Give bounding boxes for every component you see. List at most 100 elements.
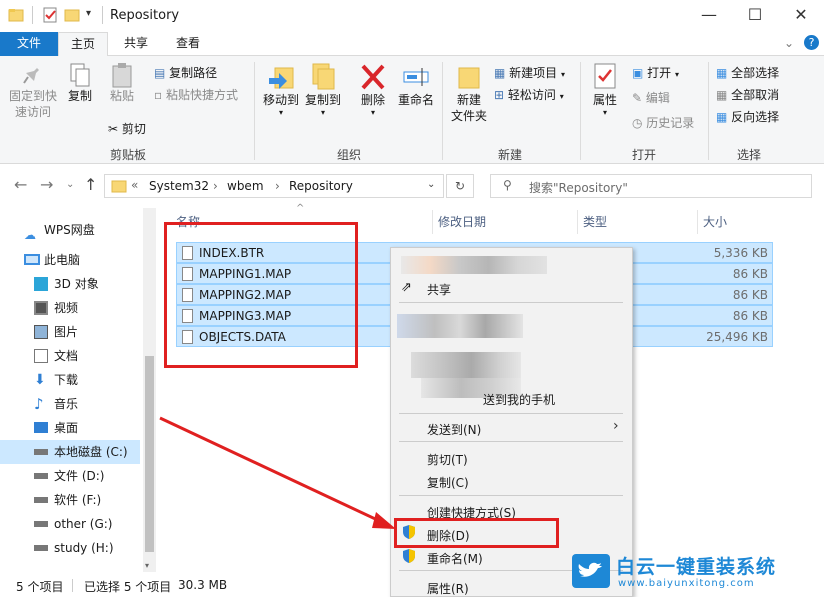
nav-item-drive-d[interactable]: 文件 (D:) [0,464,140,488]
collapse-ribbon-icon[interactable]: ⌄ [784,36,794,50]
paste-button[interactable]: 粘贴 [102,62,142,104]
recent-locations-icon[interactable]: ⌄ [66,179,74,190]
nav-item-label: 文件 (D:) [54,469,105,483]
copy-to-icon [309,62,337,92]
nav-item-3d[interactable]: 3D 对象 [0,272,140,296]
nav-item-drive-h[interactable]: study (H:) [0,536,140,560]
nav-item-label: 下载 [54,373,79,387]
forward-arrow-icon[interactable]: → [40,175,53,194]
scroll-down-icon[interactable]: ▾ [145,561,149,570]
title-bar: ▾ Repository — ☐ ✕ [0,0,824,32]
column-divider[interactable] [697,210,698,234]
menu-separator [399,495,623,496]
minimize-button[interactable]: — [686,0,732,32]
maximize-button[interactable]: ☐ [732,0,778,32]
breadcrumb-repository[interactable]: Repository [289,179,353,193]
nav-item-music[interactable]: ♪ 音乐 [0,392,140,416]
nav-item-label: 图片 [54,325,79,339]
quick-access-dropdown-icon[interactable]: ▾ [86,8,91,19]
music-icon: ♪ [34,395,44,413]
move-to-button[interactable]: 移动到 ▾ [260,62,302,117]
menu-cut[interactable]: 剪切(T) [427,451,468,468]
paste-label: 粘贴 [109,89,134,103]
address-box[interactable]: « System32 › wbem › Repository ⌄ [104,174,444,198]
tab-file[interactable]: 文件 [0,32,58,56]
blurred-menu-item[interactable] [401,256,547,274]
nav-item-documents[interactable]: 文档 [0,344,140,368]
watermark-title: 白云一键重装系统 [616,556,777,578]
column-type[interactable]: 类型 [583,212,607,232]
picture-icon [34,325,48,339]
nav-item-drive-f[interactable]: 软件 (F:) [0,488,140,512]
nav-item-label: other (G:) [54,517,113,531]
nav-item-downloads[interactable]: ⬇ 下载 [0,368,140,392]
tab-home[interactable]: 主页 [58,32,108,57]
properties-ribbon-button[interactable]: 属性 ▾ [586,62,624,117]
overflow-chevron-icon[interactable]: « [131,178,138,192]
breadcrumb-system32[interactable]: System32 [149,179,209,193]
copy-button[interactable]: 复制 [62,62,98,104]
nav-item-wps[interactable]: ☁ WPS网盘 [0,218,140,242]
menu-rename[interactable]: 重命名(M) [427,550,483,567]
blurred-menu-item[interactable] [411,352,521,378]
column-size[interactable]: 大小 [703,212,727,232]
video-icon [34,301,48,315]
tab-share[interactable]: 共享 [112,32,160,56]
refresh-icon[interactable]: ↻ [446,174,474,198]
properties-quick-icon[interactable] [42,7,58,23]
column-divider[interactable] [432,210,433,234]
drive-icon [34,545,48,551]
menu-share[interactable]: 共享 [427,281,451,298]
move-to-label: 移动到 [262,93,299,107]
drive-icon [34,449,48,455]
nav-item-label: 软件 (F:) [54,493,102,507]
select-none-button[interactable]: ▦ 全部取消 [716,87,779,103]
nav-item-drive-g[interactable]: other (G:) [0,512,140,536]
nav-item-drive-c[interactable]: 本地磁盘 (C:) [0,440,140,464]
up-arrow-icon[interactable]: ↑ [84,175,97,194]
new-item-icon: ▦ [494,66,510,80]
delete-ribbon-button[interactable]: 删除 ▾ [355,62,391,117]
drive-icon [34,473,48,479]
menu-send-phone[interactable]: 送到我的手机 [483,391,555,408]
cut-button[interactable]: ✂ 剪切 [108,121,146,137]
rename-ribbon-button[interactable]: 重命名 [394,62,438,108]
help-icon[interactable]: ? [804,35,819,50]
copy-to-button[interactable]: 复制到 ▾ [302,62,344,117]
invert-selection-button[interactable]: ▦ 反向选择 [716,109,779,125]
nav-item-label: 3D 对象 [54,277,99,291]
menu-copy[interactable]: 复制(C) [427,474,469,491]
group-divider [580,62,581,160]
history-button[interactable]: ◷ 历史记录 [632,115,694,131]
close-button[interactable]: ✕ [778,0,824,32]
copy-icon [69,62,91,88]
tab-view[interactable]: 查看 [164,32,212,56]
nav-item-label: 文档 [54,349,79,363]
copy-path-button[interactable]: ▤ 复制路径 [154,65,217,81]
column-divider[interactable] [577,210,578,234]
new-item-button[interactable]: ▦ 新建项目 ▾ [494,65,565,83]
copy-label: 复制 [67,89,92,103]
search-input[interactable]: ⚲ 搜索"Repository" [490,174,812,198]
column-modified[interactable]: 修改日期 [438,212,486,232]
pin-quick-access-button[interactable]: 固定到快 速访问 [6,62,60,120]
blurred-menu-item[interactable] [397,314,523,338]
select-all-label: 全部选择 [731,66,780,80]
edit-button[interactable]: ✎ 编辑 [632,90,670,106]
open-button[interactable]: ▣ 打开 ▾ [632,65,679,83]
back-arrow-icon[interactable]: ← [14,175,27,194]
nav-item-this-pc[interactable]: 此电脑 [0,248,140,272]
easy-access-button[interactable]: ⊞ 轻松访问 ▾ [494,87,564,105]
new-folder-button[interactable]: 新建 文件夹 [448,62,490,124]
select-all-button[interactable]: ▦ 全部选择 [716,65,779,81]
paste-shortcut-button[interactable]: ▫ 粘贴快捷方式 [154,87,238,103]
new-folder-quick-icon[interactable] [64,7,80,23]
menu-send-to[interactable]: 发送到(N) [427,421,481,438]
nav-item-videos[interactable]: 视频 [0,296,140,320]
drive-icon [34,521,48,527]
nav-item-desktop[interactable]: 桌面 [0,416,140,440]
nav-item-pictures[interactable]: 图片 [0,320,140,344]
cut-label: 剪切 [121,122,146,136]
address-dropdown-icon[interactable]: ⌄ [427,179,435,190]
breadcrumb-wbem[interactable]: wbem [227,179,264,193]
